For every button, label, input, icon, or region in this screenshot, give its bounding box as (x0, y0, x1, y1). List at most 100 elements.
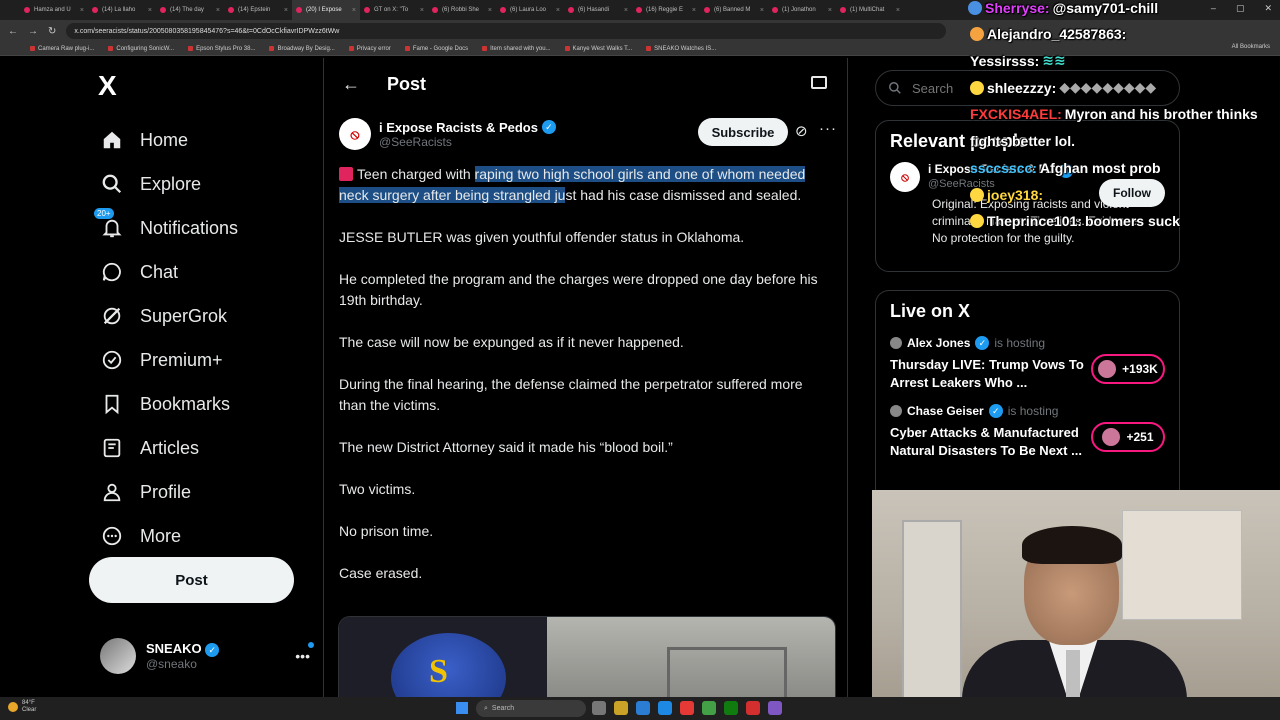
bookmark-favicon (404, 46, 410, 51)
background-door (902, 520, 962, 700)
browser-tab[interactable]: (6) Laura Loo × (496, 0, 564, 20)
browser-tab[interactable]: (14) La llaho × (88, 0, 156, 20)
bookmark-item[interactable]: Configuring SonicW... (108, 46, 174, 52)
browser-tab[interactable]: (16) Reggie E × (632, 0, 700, 20)
bookmark-item[interactable]: Fame - Google Docs (404, 46, 468, 52)
app-icon[interactable] (768, 701, 782, 715)
sidebar-item-supergrok[interactable]: SuperGrok (100, 294, 238, 338)
grok-icon (100, 304, 124, 328)
sidebar-item-profile[interactable]: Profile (100, 470, 238, 514)
close-icon[interactable]: × (216, 7, 220, 14)
live-space[interactable]: Alex Jones ✓ is hosting Thursday LIVE: Tru… (876, 332, 1179, 400)
sidebar-item-bookmarks[interactable]: Bookmarks (100, 382, 238, 426)
browser-tab[interactable]: (1) Jonathon × (768, 0, 836, 20)
back-arrow-icon[interactable]: ← (8, 26, 18, 37)
sidebar-item-home[interactable]: Home (100, 118, 238, 162)
file-explorer-icon[interactable] (614, 701, 628, 715)
xbox-icon[interactable] (724, 701, 738, 715)
browser-tab[interactable]: (6) Robbi She × (428, 0, 496, 20)
live-title: Cyber Attacks & Manufactured Natural Dis… (890, 425, 1082, 458)
close-icon[interactable]: × (488, 7, 492, 14)
sidebar-item-explore[interactable]: Explore (100, 162, 238, 206)
close-icon[interactable]: × (80, 7, 84, 14)
x-logo[interactable]: X (98, 70, 117, 102)
more-horizontal-icon[interactable]: ··· (819, 120, 837, 137)
app-icon[interactable] (746, 701, 760, 715)
account-handle: @sneako (146, 657, 197, 672)
live-space[interactable]: Chase Geiser ✓ is hosting Cyber Attacks & … (876, 400, 1179, 468)
bookmark-item[interactable]: Privacy error (348, 46, 391, 52)
store-icon[interactable] (658, 701, 672, 715)
windows-start-icon[interactable] (456, 702, 468, 714)
more-horizontal-icon[interactable]: ••• (295, 642, 314, 664)
tab-favicon (92, 7, 98, 13)
edge-icon[interactable] (636, 701, 650, 715)
browser-tab[interactable]: (6) Hasandi × (564, 0, 632, 20)
chat-badge-icon (970, 214, 984, 228)
author-name[interactable]: i Expose Racists & Pedos (379, 120, 538, 135)
grok-icon[interactable]: ⊘ (795, 122, 808, 140)
listener-count-label: +193K (1122, 362, 1158, 376)
close-icon[interactable]: × (352, 7, 356, 14)
bookmark-item[interactable]: SNEAKO Watches IS... (646, 46, 716, 52)
url-field[interactable]: x.com/seeracists/status/2005080358195845… (66, 23, 947, 39)
post-button[interactable]: Post (89, 557, 294, 603)
sidebar-item-label: Chat (140, 261, 179, 282)
listener-count[interactable]: +251 (1091, 422, 1165, 452)
bell-icon: 20+ (94, 208, 124, 240)
close-icon[interactable]: × (420, 7, 424, 14)
browser-tab[interactable]: GT on X: "To × (360, 0, 428, 20)
close-icon[interactable]: × (828, 7, 832, 14)
browser-tab[interactable]: Hamza and U × (20, 0, 88, 20)
sidebar-item-chat[interactable]: Chat (100, 250, 238, 294)
reload-icon[interactable]: ↻ (48, 26, 56, 37)
media-image-left[interactable]: S (339, 617, 547, 698)
browser-tab[interactable]: (1) MultiChat × (836, 0, 904, 20)
bookmark-icon (100, 392, 124, 416)
close-icon[interactable]: × (624, 7, 628, 14)
close-icon[interactable]: × (760, 7, 764, 14)
forward-arrow-icon[interactable]: → (28, 26, 38, 37)
notifications-badge: 20+ (94, 208, 114, 219)
browser-tab[interactable]: (14) The day × (156, 0, 224, 20)
host-name: Alex Jones (907, 336, 971, 350)
account-name: SNEAKO (146, 640, 202, 656)
reader-mode-icon[interactable] (811, 76, 827, 89)
bookmark-item[interactable]: Kanye West Walks T... (564, 46, 632, 52)
account-switcher[interactable]: SNEAKO ✓ @sneako ••• (100, 638, 314, 674)
listener-count[interactable]: +193K (1091, 354, 1165, 384)
bookmark-item[interactable]: Item shared with you... (482, 46, 551, 52)
sidebar-item-notifications[interactable]: 20+ Notifications (94, 206, 238, 250)
bookmark-item[interactable]: Broadway By Desig... (269, 46, 335, 52)
sidebar-item-articles[interactable]: Articles (100, 426, 238, 470)
author-handle[interactable]: @SeeRacists (379, 135, 556, 149)
tab-favicon (24, 7, 30, 13)
browser-tab-active[interactable]: (20) I Expose × (292, 0, 360, 20)
back-arrow-icon[interactable]: ← (342, 74, 360, 95)
app-icon[interactable] (680, 701, 694, 715)
close-icon[interactable]: × (148, 7, 152, 14)
close-icon[interactable]: × (556, 7, 560, 14)
author-avatar[interactable]: ⦸ (339, 118, 371, 150)
bookmark-item[interactable]: Camera Raw plug-i... (30, 46, 94, 52)
browser-tab[interactable]: (14) Epstein × (224, 0, 292, 20)
browser-tab[interactable]: (6) Banned M × (700, 0, 768, 20)
close-icon[interactable]: × (692, 7, 696, 14)
sidebar-item-more[interactable]: More (100, 514, 238, 558)
tab-label: (6) Robbi She (442, 7, 480, 13)
media-image-right[interactable] (547, 617, 835, 698)
bookmark-item[interactable]: Epson Stylus Pro 38... (188, 46, 255, 52)
post-media[interactable]: S (338, 616, 836, 698)
sidebar-item-premium[interactable]: Premium+ (100, 338, 238, 382)
close-icon[interactable]: × (896, 7, 900, 14)
close-icon[interactable]: × (284, 7, 288, 14)
chrome-icon[interactable] (702, 701, 716, 715)
search-icon (100, 172, 124, 196)
weather-widget[interactable]: 84°F Clear (8, 700, 36, 714)
taskbar-search[interactable]: ⌕ Search (476, 700, 586, 717)
more-circle-icon (100, 524, 124, 548)
subscribe-button[interactable]: Subscribe (698, 118, 788, 146)
task-view-icon[interactable] (592, 701, 606, 715)
sun-icon (8, 702, 18, 712)
person-avatar[interactable]: ⦸ (890, 162, 920, 192)
